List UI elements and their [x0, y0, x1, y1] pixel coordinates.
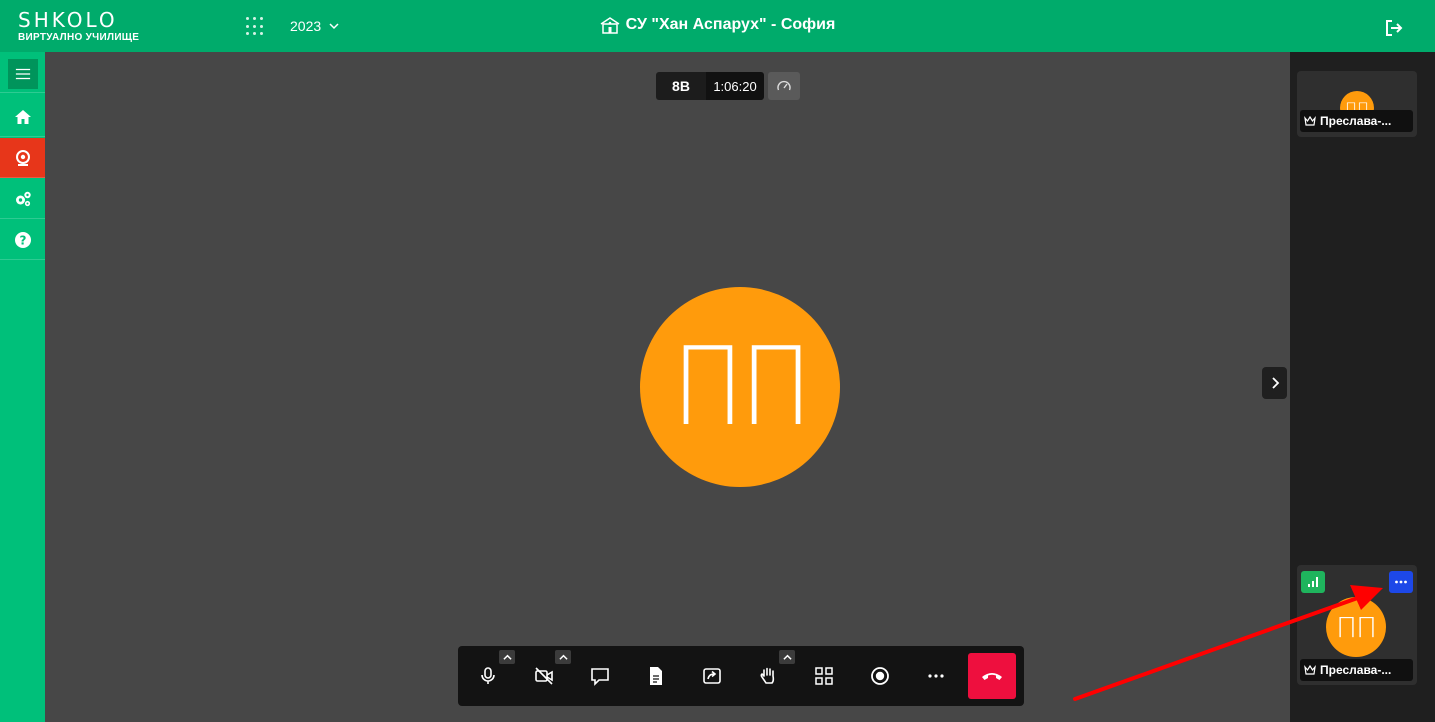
sidebar-item-video[interactable] — [0, 138, 45, 178]
document-button[interactable] — [636, 656, 676, 696]
logo[interactable]: SHKOLO ВИРТУАЛНО УЧИЛИЩЕ — [18, 9, 139, 43]
more-horizontal-icon — [1395, 580, 1407, 584]
webcam-icon — [15, 149, 30, 166]
signal-bars-icon — [1308, 577, 1318, 587]
chevron-up-icon — [502, 654, 512, 660]
participant-name-label: Преслава-... — [1300, 110, 1413, 132]
chat-button[interactable] — [580, 656, 620, 696]
menu-icon — [15, 68, 30, 80]
speedometer-icon — [777, 80, 791, 91]
top-bar: SHKOLO ВИРТУАЛНО УЧИЛИЩЕ 2023 СУ "Хан Ас… — [0, 0, 1435, 52]
chevron-down-icon — [329, 23, 339, 30]
logo-subtitle: ВИРТУАЛНО УЧИЛИЩЕ — [18, 32, 140, 43]
participant-initials: ПП — [1335, 610, 1377, 644]
raise-hand-icon — [760, 667, 775, 684]
participant-name-label: Преслава-... — [1300, 659, 1413, 681]
document-icon — [650, 667, 662, 685]
sidebar: ? — [0, 52, 45, 722]
participant-menu-button[interactable] — [1389, 571, 1413, 593]
crown-icon — [1304, 664, 1316, 675]
home-icon — [14, 109, 31, 124]
participants-filmstrip: ПП Преслава-... ПП Преслава-... — [1290, 52, 1435, 722]
phone-hangup-icon — [982, 673, 1002, 680]
tile-view-icon — [815, 667, 833, 685]
record-icon — [871, 667, 889, 685]
year-label: 2023 — [290, 18, 322, 34]
chevron-right-icon — [1271, 377, 1279, 389]
call-toolbar — [458, 646, 1024, 706]
tile-view-button[interactable] — [804, 656, 844, 696]
camera-off-icon — [535, 667, 553, 685]
video-options-toggle[interactable] — [555, 650, 571, 664]
more-options-button[interactable] — [916, 656, 956, 696]
audio-options-toggle[interactable] — [499, 650, 515, 664]
crown-icon — [1304, 115, 1316, 126]
gears-icon — [15, 191, 31, 206]
performance-button[interactable] — [768, 72, 800, 100]
record-button[interactable] — [860, 656, 900, 696]
microphone-icon — [481, 667, 495, 684]
logout-icon[interactable] — [1385, 20, 1403, 36]
hang-up-button[interactable] — [968, 653, 1016, 699]
participant-avatar: ПП — [1326, 597, 1386, 657]
school-building-icon — [600, 17, 620, 34]
participant-name: Преслава-... — [1320, 663, 1392, 677]
video-stage: 8В 1:06:20 ПП — [45, 52, 1290, 722]
year-selector[interactable]: 2023 — [290, 18, 339, 34]
meeting-info: 8В 1:06:20 — [656, 72, 800, 100]
chat-icon — [591, 668, 609, 686]
speaker-initials: ПП — [671, 324, 812, 450]
chevron-up-icon — [558, 654, 568, 660]
chevron-up-icon — [782, 654, 792, 660]
sidebar-item-settings[interactable] — [0, 179, 45, 219]
help-icon: ? — [14, 231, 31, 248]
svg-text:?: ? — [19, 233, 26, 247]
meeting-timer: 1:06:20 — [706, 72, 764, 100]
share-screen-button[interactable] — [692, 656, 732, 696]
apps-grid-icon[interactable] — [246, 17, 266, 37]
sidebar-item-help[interactable]: ? — [0, 220, 45, 260]
school-name: СУ "Хан Аспарух" - София — [625, 16, 836, 33]
school-title[interactable]: СУ "Хан Аспарух" - София — [600, 16, 836, 34]
logo-text: SHKOLO — [18, 8, 118, 32]
participant-name: Преслава-... — [1320, 114, 1392, 128]
more-horizontal-icon — [928, 674, 944, 678]
participant-tile[interactable]: ПП Преслава-... — [1297, 71, 1417, 137]
sidebar-menu-toggle[interactable] — [0, 56, 45, 93]
toggle-filmstrip-button[interactable] — [1262, 367, 1287, 399]
app-window: SHKOLO ВИРТУАЛНО УЧИЛИЩЕ 2023 СУ "Хан Ас… — [0, 0, 1435, 722]
connection-indicator[interactable] — [1301, 571, 1325, 593]
room-name: 8В — [656, 72, 706, 100]
participant-tile-local[interactable]: ПП Преслава-... — [1297, 565, 1417, 685]
speaker-avatar: ПП — [640, 287, 840, 487]
sidebar-item-home[interactable] — [0, 97, 45, 137]
share-screen-icon — [703, 668, 721, 684]
reactions-toggle[interactable] — [779, 650, 795, 664]
